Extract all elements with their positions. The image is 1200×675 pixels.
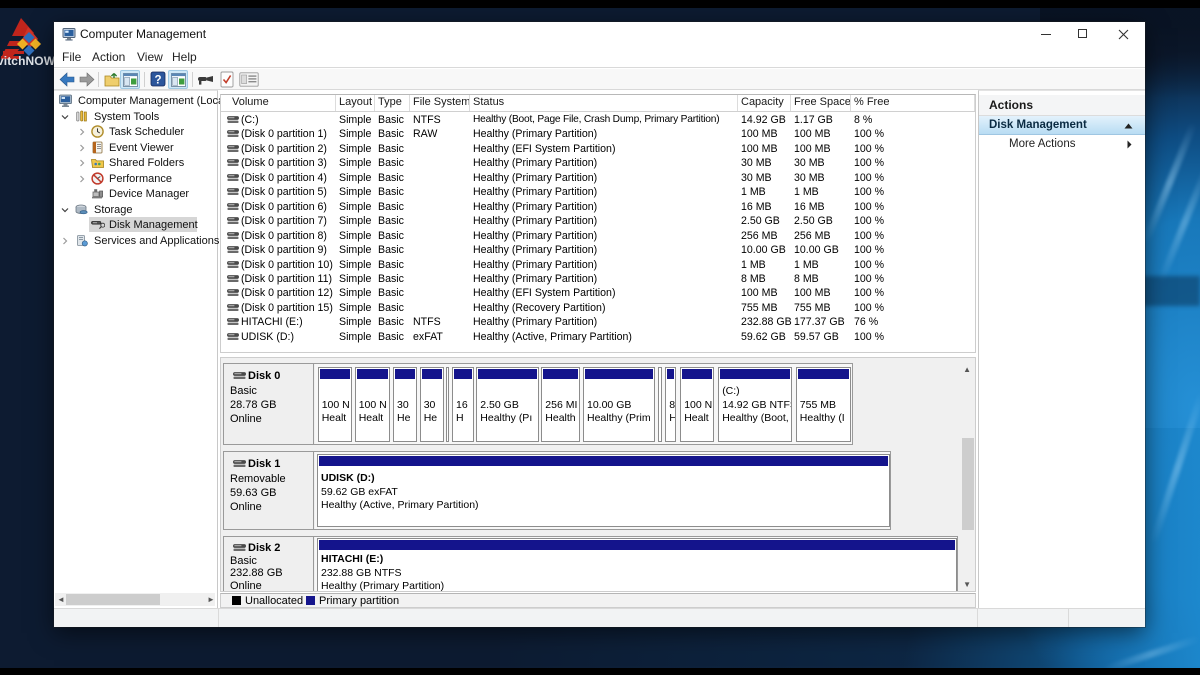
svg-text:?: ? <box>154 74 161 86</box>
